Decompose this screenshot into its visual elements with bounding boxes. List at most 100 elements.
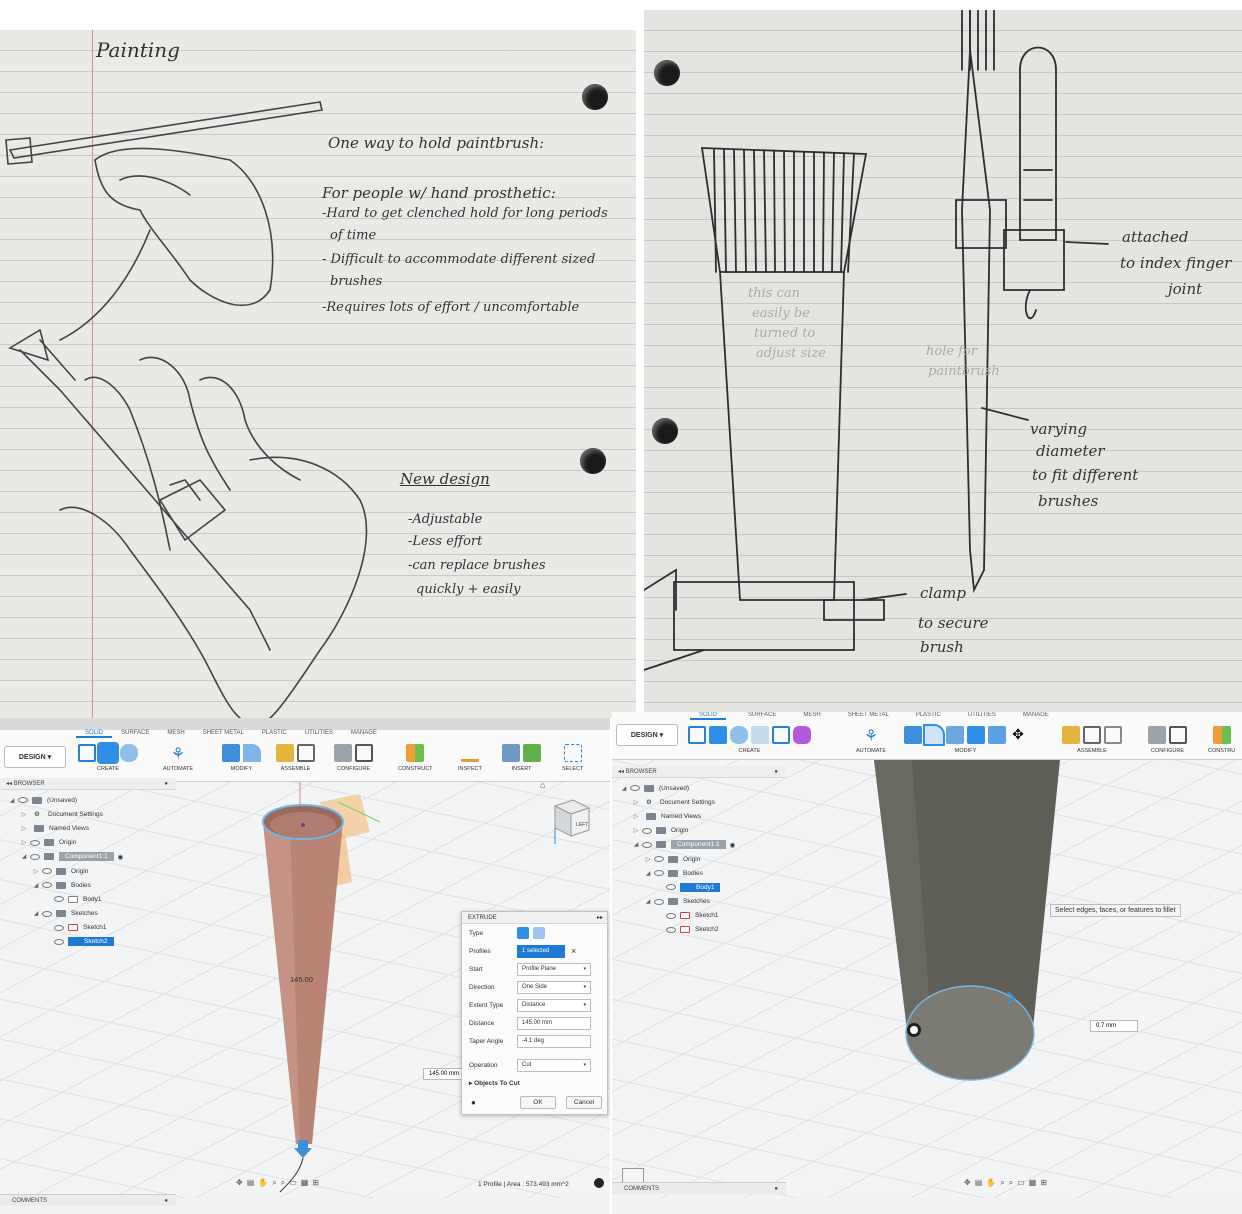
pan-icon[interactable]: ✋: [258, 1178, 268, 1188]
eye-icon[interactable]: [42, 868, 52, 875]
operation-select[interactable]: Cut ▾: [517, 1058, 591, 1072]
tree-item-document-settings[interactable]: ▷ ⚙ Document Settings: [620, 795, 735, 809]
tree-item-body[interactable]: Body1: [620, 880, 735, 894]
start-select[interactable]: Profile Plane ▾: [517, 962, 591, 976]
eye-icon[interactable]: [642, 841, 652, 848]
eye-icon[interactable]: [54, 924, 64, 931]
workspace-switcher[interactable]: DESIGN ▾: [616, 724, 678, 746]
fillet-radius-input[interactable]: 0.7 mm: [1090, 1020, 1138, 1032]
tree-item-origin[interactable]: ▷ Origin: [620, 824, 735, 838]
insert-mesh-icon[interactable]: [523, 744, 541, 762]
active-radio-icon[interactable]: ◉: [118, 853, 124, 861]
look-at-icon[interactable]: ▤: [247, 1178, 255, 1188]
sketch-icon[interactable]: [78, 744, 96, 762]
tab-surface[interactable]: SURFACE: [112, 730, 158, 738]
browser-header[interactable]: ◂◂ BROWSER ●: [612, 766, 786, 778]
zoom-icon[interactable]: ⌕: [1000, 1178, 1004, 1188]
workspace-switcher[interactable]: DESIGN ▾: [4, 746, 66, 768]
fillet-icon[interactable]: [243, 744, 261, 762]
expand-icon[interactable]: ▸▸: [597, 914, 603, 921]
viewports-icon[interactable]: ⊞: [312, 1178, 319, 1188]
inspect-group[interactable]: INSPECT: [458, 742, 482, 772]
eye-icon[interactable]: [654, 898, 664, 905]
tree-item-origin[interactable]: ▷ Origin: [620, 852, 735, 866]
configure-icon[interactable]: [334, 744, 352, 762]
modify-group[interactable]: MODIFY: [222, 742, 261, 772]
tab-utilities[interactable]: UTILITIES: [950, 712, 1005, 720]
press-pull-icon[interactable]: [222, 744, 240, 762]
display-mode-icon[interactable]: ▭: [289, 1178, 297, 1188]
orbit-icon[interactable]: ✥: [236, 1178, 243, 1188]
plane-icon[interactable]: [1212, 726, 1231, 744]
tab-solid[interactable]: SOLID: [76, 730, 113, 738]
objects-to-cut-row[interactable]: ▸ Objects To Cut: [469, 1076, 601, 1090]
assemble-group[interactable]: ASSEMBLE: [1062, 724, 1122, 754]
configure-group[interactable]: CONFIGURE: [334, 742, 373, 772]
new-component-icon[interactable]: [276, 744, 294, 762]
eye-icon[interactable]: [54, 896, 64, 903]
taper-angle-field[interactable]: -4.1 deg: [517, 1034, 591, 1048]
automate-group[interactable]: ⚘ AUTOMATE: [163, 742, 193, 772]
tree-item-sketch[interactable]: Sketch2: [8, 935, 123, 949]
orbit-icon[interactable]: ✥: [964, 1178, 971, 1188]
extent-select[interactable]: Distance ▾: [517, 998, 591, 1012]
tree-item-sketch[interactable]: Sketch1: [620, 909, 735, 923]
automate-group[interactable]: ⚘ AUTOMATE: [856, 724, 886, 754]
tree-item-origin[interactable]: ▷ Origin: [8, 836, 123, 850]
automate-icon[interactable]: ⚘: [169, 744, 187, 763]
as-built-joint-icon[interactable]: [1104, 726, 1122, 744]
eye-icon[interactable]: [42, 910, 52, 917]
profiles-selection[interactable]: 1 selected: [517, 944, 565, 958]
table-icon[interactable]: [355, 744, 373, 762]
cancel-button[interactable]: Cancel: [566, 1096, 602, 1109]
tree-item-bodies[interactable]: ◢ Bodies: [620, 866, 735, 880]
tree-item-sketches[interactable]: ◢ Sketches: [8, 907, 123, 921]
tab-plastic[interactable]: PLASTIC: [253, 730, 296, 738]
active-radio-icon[interactable]: ◉: [730, 841, 736, 849]
fit-icon[interactable]: ⌕: [281, 1178, 285, 1188]
home-view-icon[interactable]: ⌂: [540, 780, 552, 792]
tree-item-component[interactable]: ◢ Component1:1 ◉: [8, 850, 123, 864]
extrude-icon[interactable]: [97, 742, 119, 764]
grid-icon[interactable]: ▦: [301, 1178, 309, 1188]
tab-sheet-metal[interactable]: SHEET METAL: [830, 712, 898, 720]
grid-icon[interactable]: ▦: [1029, 1178, 1037, 1188]
ok-button[interactable]: OK: [520, 1096, 556, 1109]
browser-header[interactable]: ◂◂ BROWSER ●: [0, 778, 176, 790]
tree-item-bodies[interactable]: ◢ Bodies: [8, 878, 123, 892]
plane-icon[interactable]: [406, 744, 425, 762]
create-group[interactable]: CREATE: [688, 724, 811, 754]
tab-plastic[interactable]: PLASTIC: [898, 712, 950, 720]
look-at-icon[interactable]: ▤: [975, 1178, 983, 1188]
tree-item-root[interactable]: ◢ (Unsaved): [620, 781, 735, 795]
tab-solid[interactable]: SOLID: [690, 712, 727, 720]
eye-icon[interactable]: [630, 785, 640, 792]
table-icon[interactable]: [1169, 726, 1187, 744]
tab-manage[interactable]: MANAGE: [1005, 712, 1058, 720]
eye-icon[interactable]: [654, 856, 664, 863]
hole-icon[interactable]: [751, 726, 769, 744]
eye-icon[interactable]: [30, 853, 40, 860]
extrude-type-solid-icon[interactable]: [517, 927, 529, 939]
tree-item-named-views[interactable]: ▷ Named Views: [8, 821, 123, 835]
eye-icon[interactable]: [654, 870, 664, 877]
tree-item-sketch[interactable]: Sketch1: [8, 921, 123, 935]
comments-bar[interactable]: COMMENTS ●: [0, 1194, 176, 1206]
new-component-icon[interactable]: [1062, 726, 1080, 744]
direction-select[interactable]: One Side ▾: [517, 980, 591, 994]
press-pull-icon[interactable]: [904, 726, 922, 744]
tree-item-body[interactable]: Body1: [8, 892, 123, 906]
tab-sheet-metal[interactable]: SHEET METAL: [194, 730, 253, 738]
distance-field[interactable]: 145.00 mm: [517, 1016, 591, 1030]
eye-icon[interactable]: [42, 882, 52, 889]
extrude-type-thin-icon[interactable]: [533, 927, 545, 939]
tab-utilities[interactable]: UTILITIES: [296, 730, 342, 738]
tree-item-named-views[interactable]: ▷ Named Views: [620, 809, 735, 823]
tree-item-sketches[interactable]: ◢ Sketches: [620, 895, 735, 909]
revolve-icon[interactable]: [730, 726, 748, 744]
joint-icon[interactable]: [297, 744, 315, 762]
eye-icon[interactable]: [54, 938, 64, 945]
viewports-icon[interactable]: ⊞: [1040, 1178, 1047, 1188]
tree-item-document-settings[interactable]: ▷ ⚙ Document Settings: [8, 807, 123, 821]
insert-group[interactable]: INSERT: [502, 742, 541, 772]
